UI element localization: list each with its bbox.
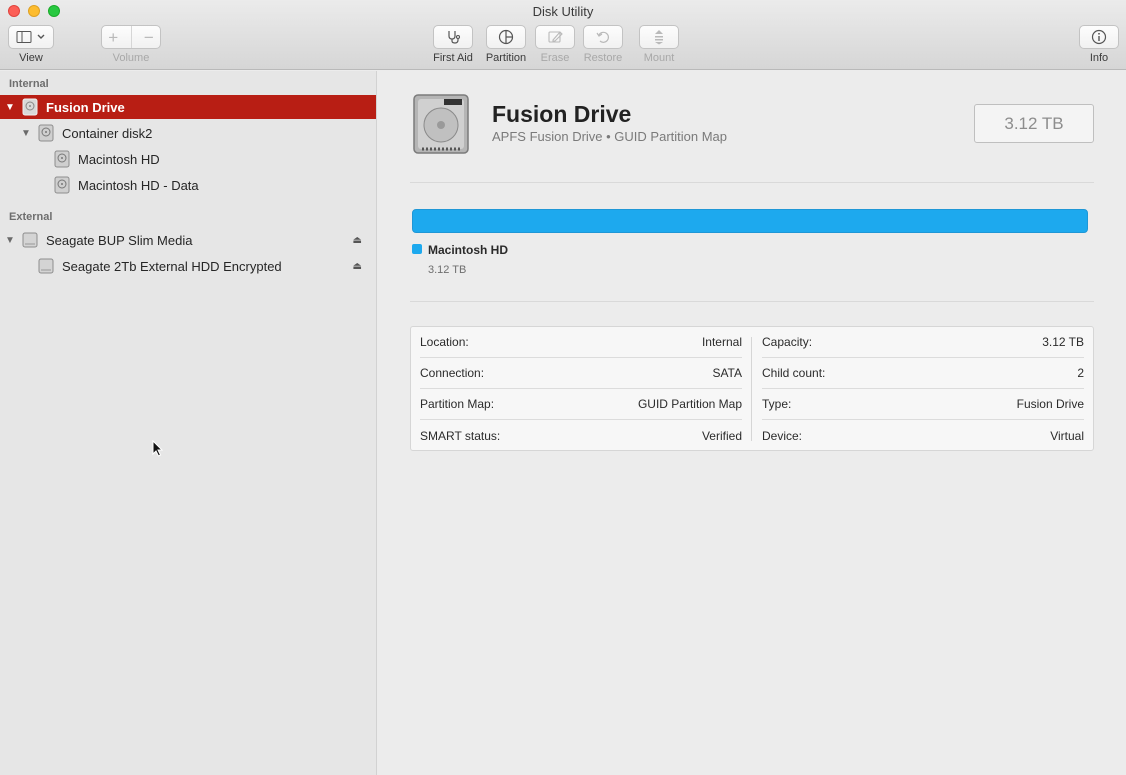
info-row-type: Type: Fusion Drive bbox=[762, 389, 1084, 420]
info-value: 2 bbox=[1077, 366, 1084, 380]
sidebar-header-external: External bbox=[9, 211, 53, 223]
info-column-left: Location: Internal Connection: SATA Part… bbox=[411, 327, 752, 452]
info-label: Location: bbox=[420, 335, 469, 349]
info-row-capacity: Capacity: 3.12 TB bbox=[762, 327, 1084, 358]
info-row-connection: Connection: SATA bbox=[420, 358, 742, 389]
info-value: 3.12 TB bbox=[1042, 335, 1084, 349]
mount-label: Mount bbox=[643, 52, 675, 64]
internal-disk-icon bbox=[22, 98, 38, 116]
info-table: Location: Internal Connection: SATA Part… bbox=[410, 326, 1094, 451]
legend-volume-name: Macintosh HD bbox=[428, 243, 509, 257]
sidebar-item-macintosh-hd-data[interactable]: Macintosh HD - Data bbox=[0, 173, 376, 197]
sidebar-item-label: Macintosh HD - Data bbox=[78, 177, 199, 193]
info-row-child-count: Child count: 2 bbox=[762, 358, 1084, 389]
info-column-right: Capacity: 3.12 TB Child count: 2 Type: F… bbox=[753, 327, 1094, 452]
sidebar-item-macintosh-hd[interactable]: Macintosh HD bbox=[0, 147, 376, 171]
first-aid-button[interactable] bbox=[433, 25, 473, 49]
volume-separator bbox=[130, 26, 132, 48]
window-toolbar: Disk Utility View + − Volume First Aid P… bbox=[0, 0, 1126, 70]
info-row-partition-map: Partition Map: GUID Partition Map bbox=[420, 389, 742, 420]
eject-icon[interactable]: ⏏ bbox=[353, 235, 362, 246]
sidebar-item-fusion-drive[interactable]: ▼ Fusion Drive bbox=[0, 95, 376, 119]
sidebar-item-label: Seagate 2Tb External HDD Encrypted bbox=[62, 258, 282, 274]
restore-label: Restore bbox=[583, 52, 623, 64]
usage-bar bbox=[412, 209, 1088, 233]
info-value: Virtual bbox=[1050, 428, 1084, 443]
add-volume-button[interactable]: + bbox=[108, 29, 118, 46]
eject-icon[interactable]: ⏏ bbox=[353, 261, 362, 272]
volume-buttons[interactable]: + − bbox=[101, 25, 161, 49]
container-disk-icon bbox=[38, 124, 54, 142]
disk-title: Fusion Drive bbox=[492, 101, 632, 127]
info-label: Connection: bbox=[420, 366, 485, 380]
remove-volume-button[interactable]: − bbox=[144, 29, 154, 46]
info-value: Internal bbox=[701, 335, 742, 349]
divider bbox=[410, 301, 1094, 302]
info-column-separator bbox=[751, 337, 752, 441]
info-button[interactable] bbox=[1079, 25, 1119, 49]
sidebar-header-internal: Internal bbox=[9, 78, 49, 90]
info-label: Device: bbox=[762, 428, 803, 443]
external-disk-icon bbox=[22, 232, 38, 248]
first-aid-label: First Aid bbox=[433, 52, 473, 64]
info-label: Capacity: bbox=[762, 335, 813, 349]
info-value: GUID Partition Map bbox=[637, 397, 742, 411]
info-label: SMART status: bbox=[420, 428, 501, 443]
info-value: SATA bbox=[712, 366, 742, 380]
stethoscope-icon bbox=[448, 31, 461, 44]
sidebar-icon bbox=[16, 31, 45, 43]
volume-disk-icon bbox=[54, 150, 70, 168]
sidebar-item-label: Fusion Drive bbox=[46, 99, 125, 115]
info-row-smart-status: SMART status: Verified bbox=[420, 420, 742, 451]
sidebar-item-container-disk2[interactable]: ▼ Container disk2 bbox=[0, 121, 376, 145]
disclosure-triangle-icon[interactable]: ▼ bbox=[5, 235, 15, 246]
view-label: View bbox=[19, 52, 43, 64]
partition-label: Partition bbox=[485, 52, 527, 64]
sidebar: Internal ▼ Fusion Drive ▼ Container disk… bbox=[0, 71, 377, 775]
mouse-pointer-icon bbox=[152, 440, 164, 457]
mount-icon bbox=[655, 30, 663, 45]
restore-icon bbox=[596, 31, 609, 43]
sidebar-item-label: Container disk2 bbox=[62, 125, 153, 141]
disclosure-triangle-icon[interactable]: ▼ bbox=[5, 102, 15, 113]
partition-button[interactable] bbox=[486, 25, 526, 49]
window-title: Disk Utility bbox=[532, 4, 594, 19]
legend-volume-size: 3.12 TB bbox=[428, 264, 467, 276]
sidebar-item-label: Seagate BUP Slim Media bbox=[46, 232, 193, 248]
info-label: Partition Map: bbox=[420, 397, 495, 411]
info-row-location: Location: Internal bbox=[420, 327, 742, 358]
detail-pane: Fusion Drive APFS Fusion Drive • GUID Pa… bbox=[378, 71, 1126, 775]
info-icon bbox=[1091, 29, 1107, 45]
volume-label: Volume bbox=[112, 52, 150, 64]
legend-swatch bbox=[412, 244, 422, 254]
info-label: Child count: bbox=[762, 366, 826, 380]
info-value: Fusion Drive bbox=[1016, 397, 1084, 411]
view-button[interactable] bbox=[8, 25, 54, 49]
disclosure-triangle-icon[interactable]: ▼ bbox=[21, 128, 31, 139]
eraser-icon bbox=[548, 31, 563, 43]
info-label: Info bbox=[1089, 52, 1109, 64]
info-label: Type: bbox=[762, 397, 792, 411]
disk-subtitle: APFS Fusion Drive • GUID Partition Map bbox=[492, 129, 728, 144]
pie-chart-icon bbox=[498, 29, 514, 45]
external-volume-icon bbox=[38, 258, 54, 274]
sidebar-item-seagate-2tb[interactable]: Seagate 2Tb External HDD Encrypted ⏏ bbox=[0, 254, 376, 278]
restore-button[interactable] bbox=[583, 25, 623, 49]
mount-button[interactable] bbox=[639, 25, 679, 49]
sidebar-item-seagate-bup-slim[interactable]: ▼ Seagate BUP Slim Media ⏏ bbox=[0, 228, 376, 252]
erase-button[interactable] bbox=[535, 25, 575, 49]
hard-drive-icon bbox=[413, 94, 469, 154]
divider bbox=[410, 182, 1094, 183]
capacity-badge: 3.12 TB bbox=[974, 104, 1094, 143]
volume-disk-icon bbox=[54, 176, 70, 194]
sidebar-item-label: Macintosh HD bbox=[78, 151, 160, 167]
info-value: Verified bbox=[701, 428, 742, 443]
info-row-device: Device: Virtual bbox=[762, 420, 1084, 451]
